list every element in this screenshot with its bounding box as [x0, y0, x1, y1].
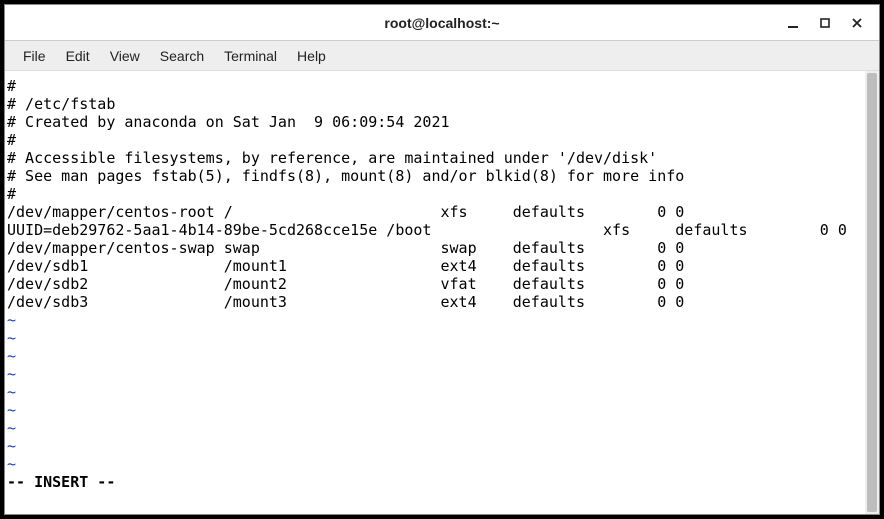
minimize-button[interactable]: [777, 9, 809, 37]
vim-tilde: ~: [7, 311, 16, 329]
vim-tilde: ~: [7, 401, 16, 419]
vim-tilde: ~: [7, 383, 16, 401]
menu-file[interactable]: File: [13, 44, 56, 68]
vim-tilde: ~: [7, 329, 16, 347]
menu-terminal[interactable]: Terminal: [214, 44, 287, 68]
minimize-icon: [787, 17, 799, 29]
menu-edit[interactable]: Edit: [56, 44, 100, 68]
vim-tilde: ~: [7, 437, 16, 455]
close-button[interactable]: [841, 9, 873, 37]
vim-tilde: ~: [7, 419, 16, 437]
file-line: UUID=deb29762-5aa1-4b14-89be-5cd268cce15…: [7, 221, 847, 239]
file-line: /dev/mapper/centos-swap swap swap defaul…: [7, 239, 684, 257]
menu-help[interactable]: Help: [287, 44, 336, 68]
file-line: /dev/sdb3 /mount3 ext4 defaults 0 0: [7, 293, 684, 311]
scrollbar-thumb[interactable]: [867, 73, 877, 512]
terminal-area: # # /etc/fstab # Created by anaconda on …: [5, 71, 879, 514]
file-line: # Created by anaconda on Sat Jan 9 06:09…: [7, 113, 450, 131]
vim-tilde: ~: [7, 347, 16, 365]
window-title: root@localhost:~: [384, 15, 499, 31]
window-controls: [777, 5, 873, 40]
file-line: #: [7, 77, 16, 95]
file-line: # /etc/fstab: [7, 95, 115, 113]
file-line: /dev/mapper/centos-root / xfs defaults 0…: [7, 203, 684, 221]
maximize-button[interactable]: [809, 9, 841, 37]
file-line: #: [7, 131, 16, 149]
terminal-window: root@localhost:~ File Edit View Search T…: [4, 4, 880, 515]
file-line: #: [7, 185, 16, 203]
file-line: # See man pages fstab(5), findfs(8), mou…: [7, 167, 684, 185]
file-line: # Accessible filesystems, by reference, …: [7, 149, 657, 167]
scrollbar[interactable]: [865, 71, 879, 514]
close-icon: [851, 17, 863, 29]
titlebar[interactable]: root@localhost:~: [5, 5, 879, 41]
vim-tilde: ~: [7, 455, 16, 473]
menubar: File Edit View Search Terminal Help: [5, 41, 879, 71]
terminal-content[interactable]: # # /etc/fstab # Created by anaconda on …: [5, 71, 865, 514]
menu-search[interactable]: Search: [150, 44, 214, 68]
maximize-icon: [819, 17, 831, 29]
file-line: /dev/sdb1 /mount1 ext4 defaults 0 0: [7, 257, 684, 275]
vim-status: -- INSERT --: [7, 473, 115, 491]
vim-tilde: ~: [7, 365, 16, 383]
menu-view[interactable]: View: [100, 44, 150, 68]
file-line: /dev/sdb2 /mount2 vfat defaults 0 0: [7, 275, 684, 293]
